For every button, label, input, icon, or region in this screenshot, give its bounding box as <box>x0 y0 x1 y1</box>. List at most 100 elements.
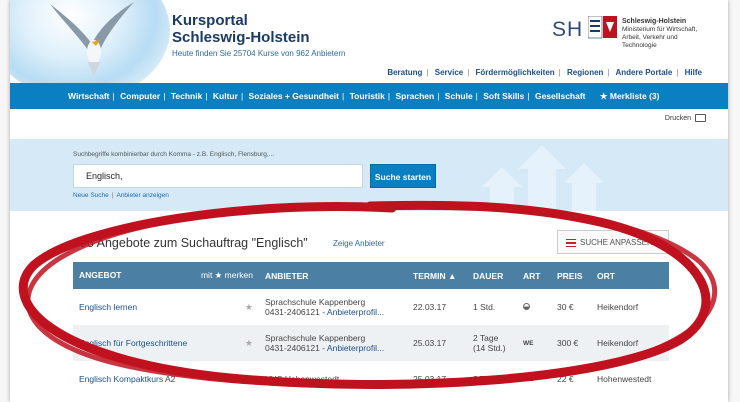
sh-logo: SH <box>552 18 584 41</box>
cat-gesellschaft[interactable]: Gesellschaft <box>535 91 586 101</box>
printer-icon <box>695 114 706 122</box>
table-row[interactable]: Englisch für Fortgeschrittene ★ Sprachsch… <box>73 325 669 361</box>
seagull-icon <box>50 2 134 76</box>
page: Kursportal Schleswig-Holstein Heute find… <box>10 0 728 402</box>
results-table: ANGEBOT mit ★ merken ANBIETER TERMIN ▲ DA… <box>73 262 669 397</box>
dauer-value: 2 Tage <box>473 333 499 343</box>
provider-phone: 0431-2406121 - <box>265 307 327 317</box>
brand-title-line2: Schleswig-Holstein <box>172 29 310 46</box>
ort-cell[interactable]: Heikendorf <box>591 289 669 325</box>
preis-cell: 22 € <box>557 374 574 384</box>
provider-profile-link[interactable]: Anbieterprofil... <box>327 343 384 353</box>
cat-sprachen[interactable]: Sprachen <box>395 91 434 101</box>
art-cell <box>517 289 551 325</box>
cat-computer[interactable]: Computer <box>120 91 160 101</box>
cat-wirtschaft[interactable]: Wirtschaft <box>68 91 109 101</box>
art-cell: WE <box>517 325 551 361</box>
star-icon[interactable]: ★ <box>245 374 253 385</box>
col-merken-label: mit ★ merken <box>200 270 253 280</box>
site-header: Kursportal Schleswig-Holstein Heute find… <box>10 0 728 100</box>
course-cell: Englisch Kompaktkurs A2 ★ <box>73 361 259 397</box>
col-termin[interactable]: TERMIN ▲ <box>407 262 467 289</box>
cat-soziales-gesundheit[interactable]: Soziales + Gesundheit <box>249 91 339 101</box>
search-section: Suchbegriffe kombinierbar durch Komma - … <box>10 139 728 211</box>
course-link[interactable]: Englisch lernen <box>79 302 137 312</box>
course-link[interactable]: Englisch für Fortgeschrittene <box>79 338 187 348</box>
adjust-search-button[interactable]: SUCHE ANPASSEN <box>557 230 669 254</box>
show-providers-link[interactable]: Anbieter anzeigen <box>116 192 168 199</box>
ministry-line3: Technologie <box>622 42 657 49</box>
search-button[interactable]: Suche starten <box>370 164 436 188</box>
preis-cell: 30 € <box>557 302 574 312</box>
brand[interactable]: Kursportal Schleswig-Holstein Heute find… <box>172 12 345 58</box>
dauer-cell: 1 Std. <box>467 289 517 325</box>
col-anbieter[interactable]: ANBIETER <box>259 262 407 289</box>
provider-phone: 0431-2406121 - <box>265 343 327 353</box>
ministry-line1: Ministerium für Wirtschaft, <box>622 26 698 33</box>
topnav-regionen[interactable]: Regionen <box>567 68 603 77</box>
brand-subtitle: Heute finden Sie 25704 Kurse von 962 Anb… <box>172 49 346 58</box>
dauer-value: 2 Tage <box>473 374 499 384</box>
merkliste-link[interactable]: ★ Merkliste (3) <box>600 91 660 101</box>
col-preis[interactable]: PREIS <box>551 262 591 289</box>
show-providers-results-link[interactable]: Zeige Anbieter <box>333 239 385 248</box>
table-row[interactable]: Englisch lernen ★ Sprachschule Kappenberg… <box>73 289 669 325</box>
col-ort[interactable]: ORT <box>591 262 669 289</box>
coat-of-arms-icon <box>588 16 617 39</box>
provider-cell: VHS Hohenwestedt <box>259 361 407 397</box>
star-icon[interactable]: ★ <box>245 338 253 349</box>
topnav-service[interactable]: Service <box>435 68 463 77</box>
ministry-title: Schleswig-Holstein <box>622 18 687 25</box>
provider-name: VHS Hohenwestedt <box>265 374 340 384</box>
cat-schule[interactable]: Schule <box>445 91 473 101</box>
cat-soft-skills[interactable]: Soft Skills <box>483 91 524 101</box>
topnav-hilfe[interactable]: Hilfe <box>685 68 702 77</box>
results-title: 398 Angebote zum Suchauftrag "Englisch" <box>73 236 308 250</box>
col-angebot[interactable]: ANGEBOT mit ★ merken <box>73 262 259 289</box>
category-navigation: Wirtschaft | Computer | Technik | Kultur | S… <box>10 83 728 109</box>
cat-technik[interactable]: Technik <box>171 91 203 101</box>
topnav-foerdermoeglichkeiten[interactable]: Fördermöglichkeiten <box>476 68 555 77</box>
ort-cell[interactable]: Heikendorf <box>591 325 669 361</box>
col-dauer[interactable]: DAUER <box>467 262 517 289</box>
growth-arrows-graphic <box>482 145 604 211</box>
provider-name: Sprachschule Kappenberg <box>265 333 366 343</box>
table-row[interactable]: Englisch Kompaktkurs A2 ★ VHS Hohenwested… <box>73 361 669 397</box>
dauer-cell: 2 Tage (14 Std.) <box>467 325 517 361</box>
termin-cell: 25.03.17 <box>413 374 447 384</box>
search-input[interactable]: Englisch, <box>73 164 363 188</box>
topnav-andere-portale[interactable]: Andere Portale <box>615 68 672 77</box>
star-icon[interactable]: ★ <box>245 302 253 313</box>
col-art[interactable]: ART <box>517 262 551 289</box>
preis-cell: 300 € <box>551 325 591 361</box>
evening-icon <box>523 303 530 310</box>
screenshot-frame: Kursportal Schleswig-Holstein Heute find… <box>0 0 740 402</box>
topnav-beratung[interactable]: Beratung <box>387 68 422 77</box>
course-link[interactable]: Englisch Kompaktkurs A2 <box>79 374 175 384</box>
results-header-row: ANGEBOT mit ★ merken ANBIETER TERMIN ▲ DA… <box>73 262 669 289</box>
provider-name: Sprachschule Kappenberg <box>265 297 366 307</box>
provider-profile-link[interactable]: Anbieterprofil... <box>327 307 384 317</box>
cat-touristik[interactable]: Touristik <box>350 91 385 101</box>
new-search-link[interactable]: Neue Suche <box>73 192 109 199</box>
col-angebot-label: ANGEBOT <box>79 270 122 280</box>
ministry-name: Schleswig-Holstein Ministerium für Wirts… <box>622 18 697 50</box>
termin-cell: 22.03.17 <box>413 302 447 312</box>
art-cell: WE <box>523 375 534 383</box>
print-label: Drucken <box>664 114 691 122</box>
provider-cell: Sprachschule Kappenberg 0431-2406121 - An… <box>259 325 407 361</box>
ministry-line2: Arbeit, Verkehr und <box>622 34 678 41</box>
dauer-hours: (14 Std.) <box>473 343 506 353</box>
cat-kultur[interactable]: Kultur <box>213 91 238 101</box>
termin-cell: 25.03.17 <box>407 325 467 361</box>
print-link[interactable]: Drucken <box>665 114 706 122</box>
course-cell: Englisch für Fortgeschrittene ★ <box>73 325 259 361</box>
search-links: Neue Suche | Anbieter anzeigen <box>73 192 169 199</box>
top-navigation: Beratung | Service | Fördermöglichkeiten | … <box>387 68 702 77</box>
adjust-search-label: SUCHE ANPASSEN <box>580 238 653 247</box>
course-cell: Englisch lernen ★ <box>73 289 259 325</box>
dauer-cell: 2 Tage <box>467 361 517 397</box>
ort-cell[interactable]: Hohenwestedt <box>591 361 669 397</box>
dauer-value: 1 Std. <box>473 302 496 312</box>
provider-cell: Sprachschule Kappenberg 0431-2406121 - An… <box>259 289 407 325</box>
